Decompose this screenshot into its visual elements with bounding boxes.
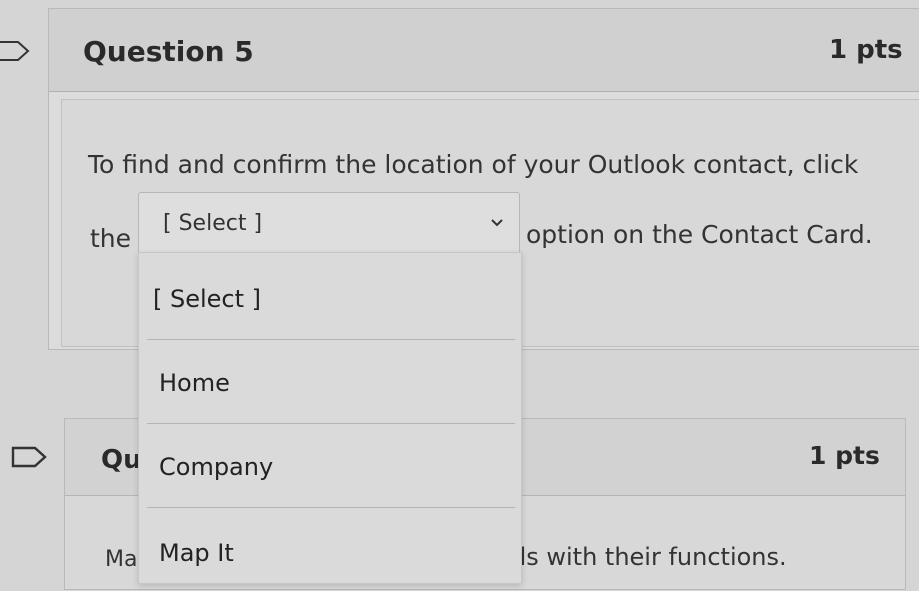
question-5-prompt-before: the xyxy=(90,224,132,253)
question-5-prompt-after: option on the Contact Card. xyxy=(526,220,873,249)
answer-select-dropdown[interactable]: [ Select ] xyxy=(138,192,520,256)
flag-question-icon[interactable] xyxy=(10,446,48,468)
chevron-down-icon xyxy=(491,219,503,227)
question-5-title: Question 5 xyxy=(83,35,254,68)
option-select-placeholder[interactable]: [ Select ] xyxy=(147,257,515,340)
option-label: Company xyxy=(159,453,274,481)
option-label: Home xyxy=(159,369,230,397)
question-6-points: 1 pts xyxy=(809,441,880,470)
question-5-header: Question 5 1 pts xyxy=(49,9,919,92)
select-current-value: [ Select ] xyxy=(163,211,263,236)
option-label: [ Select ] xyxy=(153,285,262,313)
option-label: Map It xyxy=(159,539,234,567)
flag-question-icon[interactable] xyxy=(0,40,32,62)
option-home[interactable]: Home xyxy=(147,341,515,424)
select-options-list: [ Select ] Home Company Map It xyxy=(138,252,522,584)
question-6-prompt-end: ds with their functions. xyxy=(511,543,787,571)
option-map-it[interactable]: Map It xyxy=(147,509,515,591)
question-6-title: Qu xyxy=(101,445,142,475)
option-company[interactable]: Company xyxy=(147,425,515,508)
question-5-prompt-line1: To find and confirm the location of your… xyxy=(88,150,859,179)
question-5-points: 1 pts xyxy=(829,35,903,65)
